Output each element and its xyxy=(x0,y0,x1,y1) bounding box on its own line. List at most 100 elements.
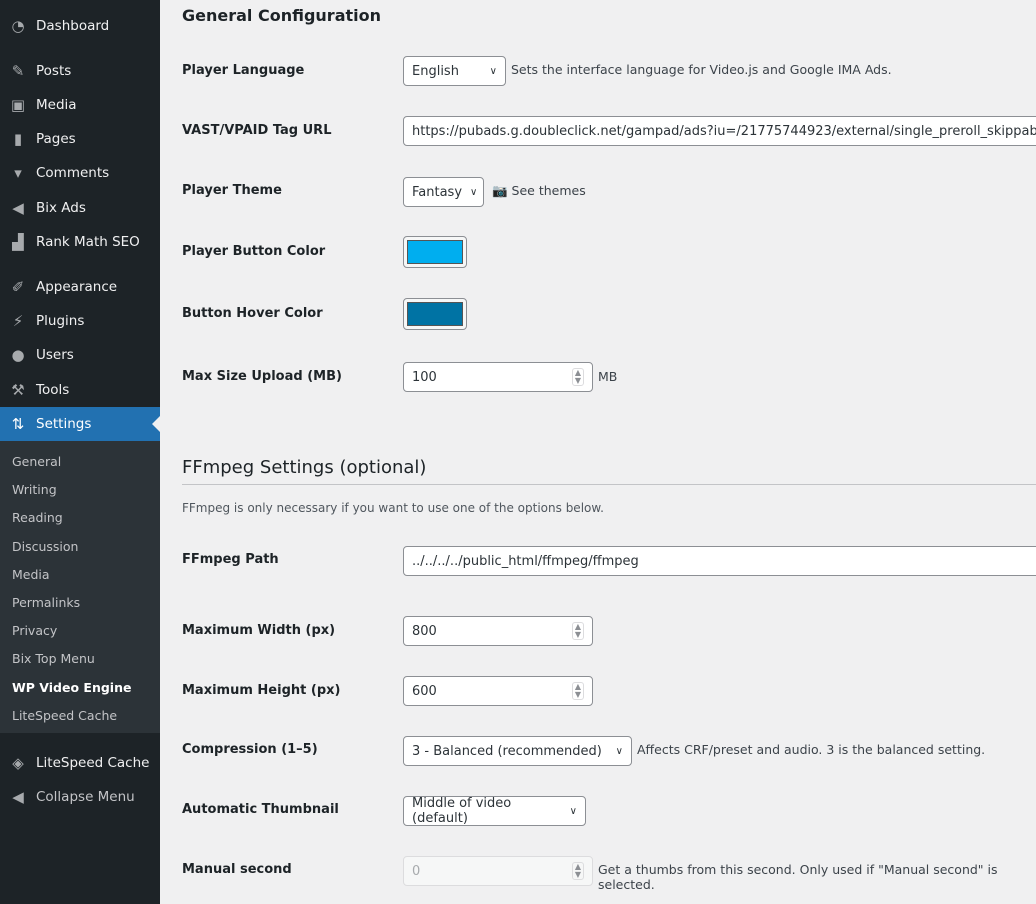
auto-thumbnail-select[interactable]: Middle of video (default) ∨ xyxy=(403,796,586,826)
vast-url-input[interactable]: https://pubads.g.doubleclick.net/gampad/… xyxy=(403,116,1036,146)
player-language-select[interactable]: English ∨ xyxy=(403,56,506,86)
ffmpeg-path-input[interactable]: ../../../../public_html/ffmpeg/ffmpeg xyxy=(403,546,1036,576)
select-value: 3 - Balanced (recommended) xyxy=(412,743,602,759)
ffmpeg-path-label: FFmpeg Path xyxy=(182,552,279,567)
menu-label: Comments xyxy=(36,165,110,181)
menu-label: Settings xyxy=(36,416,92,432)
menu-posts[interactable]: ✎ Posts xyxy=(0,54,160,88)
pin-icon: ✎ xyxy=(11,62,25,80)
submenu-bix-top-menu[interactable]: Bix Top Menu xyxy=(12,651,95,666)
compression-desc: Affects CRF/preset and audio. 3 is the b… xyxy=(637,742,986,757)
dashboard-icon: ◔ xyxy=(11,17,25,35)
hover-color-picker[interactable] xyxy=(403,298,467,330)
menu-media[interactable]: ▣ Media xyxy=(0,88,160,122)
submenu-permalinks[interactable]: Permalinks xyxy=(12,595,80,610)
spinner-icon[interactable]: ▲ ▼ xyxy=(571,622,584,640)
max-width-input[interactable]: 800 ▲ ▼ xyxy=(403,616,593,646)
input-value: ../../../../public_html/ffmpeg/ffmpeg xyxy=(412,553,639,569)
general-config-title: General Configuration xyxy=(182,6,381,25)
menu-label: Media xyxy=(36,97,77,113)
menu-rank-math[interactable]: ▟ Rank Math SEO xyxy=(0,225,160,259)
auto-thumbnail-label: Automatic Thumbnail xyxy=(182,802,339,817)
max-upload-label: Max Size Upload (MB) xyxy=(182,369,342,384)
chart-icon: ▟ xyxy=(12,233,24,251)
menu-tools[interactable]: ⚒ Tools xyxy=(0,373,160,407)
color-swatch xyxy=(407,302,463,326)
menu-bix-ads[interactable]: ◀ Bix Ads xyxy=(0,191,160,225)
submenu-general[interactable]: General xyxy=(12,454,61,469)
ffmpeg-desc: FFmpeg is only necessary if you want to … xyxy=(182,501,604,515)
button-color-picker[interactable] xyxy=(403,236,467,268)
collapse-menu-button[interactable]: ◀ Collapse Menu xyxy=(0,780,160,814)
settings-submenu: General Writing Reading Discussion Media… xyxy=(0,441,160,733)
player-language-desc: Sets the interface language for Video.js… xyxy=(511,62,892,77)
compression-select[interactable]: 3 - Balanced (recommended) ∨ xyxy=(403,736,632,766)
see-themes-link[interactable]: 📷 See themes xyxy=(492,183,586,199)
color-swatch xyxy=(407,240,463,264)
button-color-label: Player Button Color xyxy=(182,244,326,259)
menu-label: Users xyxy=(36,347,74,363)
wrench-icon: ⚒ xyxy=(11,381,25,399)
menu-label: Pages xyxy=(36,131,76,147)
menu-label: Appearance xyxy=(36,279,118,295)
spinner-icon[interactable]: ▲ ▼ xyxy=(571,368,584,386)
menu-label: Tools xyxy=(36,382,70,398)
max-width-label: Maximum Width (px) xyxy=(182,623,336,638)
select-value: Middle of video (default) xyxy=(412,796,512,826)
spinner-icon: ▲ ▼ xyxy=(571,862,584,880)
select-value: English xyxy=(412,63,459,79)
hover-color-label: Button Hover Color xyxy=(182,306,323,321)
compression-label: Compression (1–5) xyxy=(182,742,318,757)
select-value: Fantasy xyxy=(412,184,463,200)
menu-settings[interactable]: ⇅ Settings xyxy=(0,407,160,441)
menu-litespeed-cache[interactable]: ◈ LiteSpeed Cache xyxy=(0,746,160,780)
collapse-icon: ◀ xyxy=(12,788,24,806)
input-value: 100 xyxy=(412,369,437,385)
admin-sidebar: ◔ Dashboard ✎ Posts ▣ Media ▮ Pages ▾ Comment… xyxy=(0,0,160,904)
chevron-down-icon: ∨ xyxy=(615,745,623,757)
user-icon: ● xyxy=(11,346,25,364)
input-value: https://pubads.g.doubleclick.net/gampad/… xyxy=(412,123,1036,139)
menu-label: LiteSpeed Cache xyxy=(36,755,150,771)
player-theme-select[interactable]: Fantasy ∨ xyxy=(403,177,484,207)
player-language-label: Player Language xyxy=(182,63,305,78)
brush-icon: ✐ xyxy=(11,278,25,296)
input-value: 0 xyxy=(412,863,421,879)
divider xyxy=(182,484,1036,485)
manual-second-label: Manual second xyxy=(182,862,292,877)
diamond-icon: ◈ xyxy=(12,754,24,772)
menu-plugins[interactable]: ⚡ Plugins xyxy=(0,304,160,338)
menu-appearance[interactable]: ✐ Appearance xyxy=(0,270,160,304)
max-height-label: Maximum Height (px) xyxy=(182,683,341,698)
manual-second-input[interactable]: 0 ▲ ▼ xyxy=(403,856,593,886)
submenu-litespeed-cache[interactable]: LiteSpeed Cache xyxy=(12,708,117,723)
menu-label: Posts xyxy=(36,63,72,79)
menu-label: Collapse Menu xyxy=(36,789,135,805)
menu-label: Plugins xyxy=(36,313,85,329)
vast-url-label: VAST/VPAID Tag URL xyxy=(182,123,332,138)
submenu-privacy[interactable]: Privacy xyxy=(12,623,57,638)
media-icon: ▣ xyxy=(10,96,26,114)
manual-second-desc: Get a thumbs from this second. Only used… xyxy=(598,862,998,892)
menu-label: Bix Ads xyxy=(36,200,86,216)
menu-dashboard[interactable]: ◔ Dashboard xyxy=(0,9,160,43)
spinner-icon[interactable]: ▲ ▼ xyxy=(571,682,584,700)
menu-users[interactable]: ● Users xyxy=(0,338,160,372)
chevron-down-icon: ∨ xyxy=(569,805,577,817)
submenu-discussion[interactable]: Discussion xyxy=(12,539,78,554)
input-value: 800 xyxy=(412,623,437,639)
menu-comments[interactable]: ▾ Comments xyxy=(0,156,160,190)
submenu-reading[interactable]: Reading xyxy=(12,510,63,525)
input-value: 600 xyxy=(412,683,437,699)
menu-pages[interactable]: ▮ Pages xyxy=(0,122,160,156)
menu-label: Rank Math SEO xyxy=(36,234,140,250)
submenu-wp-video-engine[interactable]: WP Video Engine xyxy=(12,680,131,695)
max-upload-input[interactable]: 100 ▲ ▼ xyxy=(403,362,593,392)
settings-icon: ⇅ xyxy=(11,415,25,433)
chevron-down-icon: ∨ xyxy=(470,186,478,198)
menu-label: Dashboard xyxy=(36,18,110,34)
plug-icon: ⚡ xyxy=(12,312,24,330)
submenu-writing[interactable]: Writing xyxy=(12,482,57,497)
submenu-media[interactable]: Media xyxy=(12,567,50,582)
max-height-input[interactable]: 600 ▲ ▼ xyxy=(403,676,593,706)
